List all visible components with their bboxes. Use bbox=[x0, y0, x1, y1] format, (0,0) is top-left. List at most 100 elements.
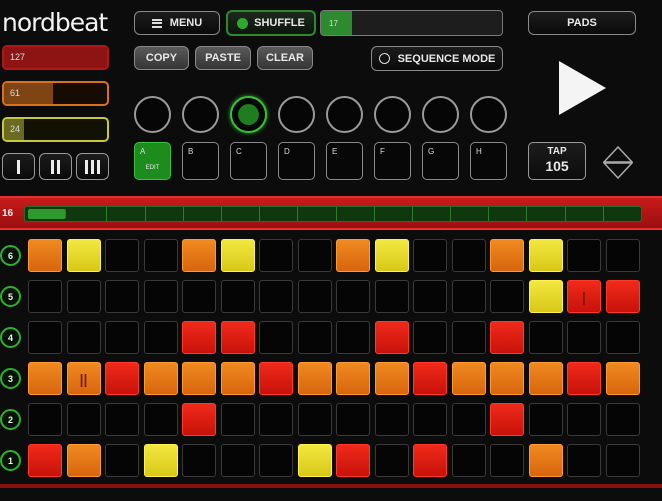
pad-row2-step7[interactable] bbox=[259, 403, 293, 436]
pad-row5-step7[interactable] bbox=[259, 280, 293, 313]
pad-row2-step5[interactable] bbox=[182, 403, 216, 436]
row-button-6[interactable]: 6 bbox=[0, 245, 21, 266]
pad-row1-step15[interactable] bbox=[567, 444, 601, 477]
pad-row1-step16[interactable] bbox=[605, 444, 640, 477]
pad-row4-step16[interactable] bbox=[605, 321, 640, 354]
level-slider-orange[interactable]: 61 bbox=[2, 81, 109, 106]
pad-row5-step16[interactable] bbox=[605, 280, 640, 313]
pad-row3-step11[interactable] bbox=[413, 362, 447, 395]
pad-row3-step7[interactable] bbox=[259, 362, 293, 395]
pad-row5-step3[interactable] bbox=[105, 280, 139, 313]
paste-button[interactable]: PASTE bbox=[195, 46, 251, 70]
pad-row6-step14[interactable] bbox=[528, 239, 563, 272]
slot-a[interactable]: A EDIT bbox=[134, 142, 171, 180]
shuffle-slider[interactable]: 17 bbox=[320, 10, 503, 36]
pad-row3-step1[interactable] bbox=[28, 362, 62, 395]
pad-row2-step9[interactable] bbox=[336, 403, 370, 436]
row-button-5[interactable]: 5 bbox=[0, 286, 21, 307]
slot-e[interactable]: E bbox=[326, 142, 363, 180]
pad-row6-step16[interactable] bbox=[605, 239, 640, 272]
pad-row6-step11[interactable] bbox=[413, 239, 447, 272]
pad-row5-step14[interactable] bbox=[528, 280, 563, 313]
pad-row2-step10[interactable] bbox=[374, 403, 409, 436]
pattern-button-4[interactable] bbox=[278, 96, 315, 133]
pad-row1-step9[interactable] bbox=[336, 444, 370, 477]
pad-row2-step2[interactable] bbox=[66, 403, 101, 436]
shuffle-button[interactable]: SHUFFLE bbox=[226, 10, 316, 36]
pad-row1-step11[interactable] bbox=[413, 444, 447, 477]
pad-row1-step7[interactable] bbox=[259, 444, 293, 477]
pad-row3-step14[interactable] bbox=[528, 362, 563, 395]
pad-row2-step13[interactable] bbox=[490, 403, 524, 436]
pad-row6-step2[interactable] bbox=[66, 239, 101, 272]
pad-row3-step3[interactable] bbox=[105, 362, 139, 395]
slot-h[interactable]: H bbox=[470, 142, 507, 180]
slot-b[interactable]: B bbox=[182, 142, 219, 180]
pad-row3-step12[interactable] bbox=[451, 362, 486, 395]
division-1-button[interactable] bbox=[2, 153, 35, 180]
pad-row4-step3[interactable] bbox=[105, 321, 139, 354]
pad-row2-step6[interactable] bbox=[220, 403, 255, 436]
pad-row5-step11[interactable] bbox=[413, 280, 447, 313]
pattern-button-6[interactable] bbox=[374, 96, 411, 133]
pad-row4-step10[interactable] bbox=[374, 321, 409, 354]
pad-row2-step14[interactable] bbox=[528, 403, 563, 436]
pattern-button-2[interactable] bbox=[182, 96, 219, 133]
pad-row5-step8[interactable] bbox=[297, 280, 332, 313]
pad-row3-step10[interactable] bbox=[374, 362, 409, 395]
pad-row4-step7[interactable] bbox=[259, 321, 293, 354]
pad-row4-step15[interactable] bbox=[567, 321, 601, 354]
pad-row4-step4[interactable] bbox=[143, 321, 178, 354]
pad-row5-step9[interactable] bbox=[336, 280, 370, 313]
division-3-button[interactable] bbox=[76, 153, 109, 180]
pad-row2-step12[interactable] bbox=[451, 403, 486, 436]
pad-row3-step13[interactable] bbox=[490, 362, 524, 395]
pad-row2-step1[interactable] bbox=[28, 403, 62, 436]
pad-row5-step12[interactable] bbox=[451, 280, 486, 313]
pad-row4-step9[interactable] bbox=[336, 321, 370, 354]
tap-tempo-button[interactable]: TAP 105 bbox=[528, 142, 586, 180]
pad-row6-step9[interactable] bbox=[336, 239, 370, 272]
pad-row2-step8[interactable] bbox=[297, 403, 332, 436]
pad-row2-step16[interactable] bbox=[605, 403, 640, 436]
pattern-button-1[interactable] bbox=[134, 96, 171, 133]
pad-row6-step7[interactable] bbox=[259, 239, 293, 272]
slot-f[interactable]: F bbox=[374, 142, 411, 180]
pad-row6-step5[interactable] bbox=[182, 239, 216, 272]
pad-row6-step4[interactable] bbox=[143, 239, 178, 272]
row-button-1[interactable]: 1 bbox=[0, 450, 21, 471]
pad-row4-step1[interactable] bbox=[28, 321, 62, 354]
pad-row3-step15[interactable] bbox=[567, 362, 601, 395]
pad-row4-step14[interactable] bbox=[528, 321, 563, 354]
pad-row5-step13[interactable] bbox=[490, 280, 524, 313]
pattern-button-3[interactable] bbox=[230, 96, 267, 133]
row-button-2[interactable]: 2 bbox=[0, 409, 21, 430]
pad-row6-step8[interactable] bbox=[297, 239, 332, 272]
pad-row6-step10[interactable] bbox=[374, 239, 409, 272]
pad-row4-step12[interactable] bbox=[451, 321, 486, 354]
pad-row3-step4[interactable] bbox=[143, 362, 178, 395]
pad-row1-step3[interactable] bbox=[105, 444, 139, 477]
pad-row1-step13[interactable] bbox=[490, 444, 524, 477]
pad-row3-step6[interactable] bbox=[220, 362, 255, 395]
pad-row3-step5[interactable] bbox=[182, 362, 216, 395]
pad-row1-step2[interactable] bbox=[66, 444, 101, 477]
tempo-up-icon[interactable] bbox=[603, 146, 633, 163]
pad-row2-step15[interactable] bbox=[567, 403, 601, 436]
menu-button[interactable]: MENU bbox=[134, 11, 220, 35]
clear-button[interactable]: CLEAR bbox=[257, 46, 313, 70]
pad-row2-step3[interactable] bbox=[105, 403, 139, 436]
pad-row1-step1[interactable] bbox=[28, 444, 62, 477]
pattern-button-5[interactable] bbox=[326, 96, 363, 133]
pad-row1-step14[interactable] bbox=[528, 444, 563, 477]
pad-row1-step10[interactable] bbox=[374, 444, 409, 477]
pad-row4-step13[interactable] bbox=[490, 321, 524, 354]
pad-row1-step5[interactable] bbox=[182, 444, 216, 477]
pad-row2-step11[interactable] bbox=[413, 403, 447, 436]
pad-row3-step2[interactable]: || bbox=[66, 362, 101, 395]
pad-row6-step6[interactable] bbox=[220, 239, 255, 272]
pattern-button-7[interactable] bbox=[422, 96, 459, 133]
pad-row3-step8[interactable] bbox=[297, 362, 332, 395]
row-button-3[interactable]: 3 bbox=[0, 368, 21, 389]
pad-row2-step4[interactable] bbox=[143, 403, 178, 436]
